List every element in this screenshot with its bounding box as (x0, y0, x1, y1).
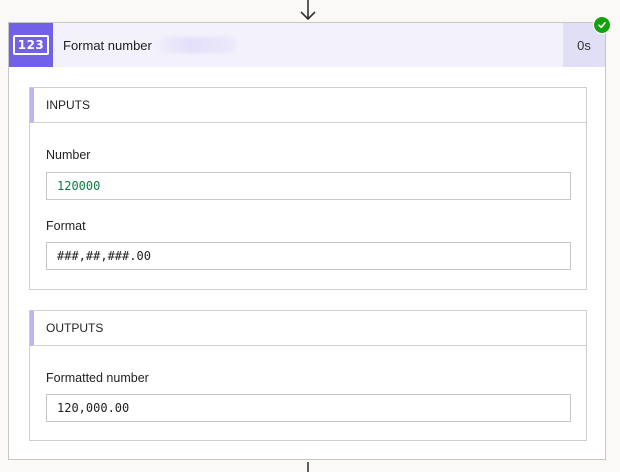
formatted-number-value: 120,000.00 (46, 394, 571, 422)
format-label: Format (46, 219, 86, 233)
formatted-number-label: Formatted number (46, 371, 149, 385)
number-format-icon: 123 (9, 23, 53, 67)
connector-line (307, 462, 309, 472)
number-icon-text: 123 (12, 35, 50, 55)
outputs-section: OUTPUTS Formatted number 120,000.00 (29, 310, 587, 441)
number-value: 120000 (46, 172, 571, 200)
action-title: Format number (63, 37, 152, 53)
format-value: ###,##,###.00 (46, 242, 571, 270)
outputs-heading[interactable]: OUTPUTS (30, 311, 586, 346)
format-number-action-card[interactable]: 123 Format number 0s INPUTS Number 12000… (8, 16, 611, 460)
inputs-heading[interactable]: INPUTS (30, 88, 586, 123)
action-title-wrap: Format number (63, 37, 236, 53)
redacted-title-suffix (157, 37, 236, 53)
inputs-section: INPUTS Number 120000 Format ###,##,###.0… (29, 87, 587, 290)
success-check-icon (593, 16, 611, 34)
action-header[interactable]: 123 Format number 0s (9, 16, 611, 67)
down-arrow-icon (300, 0, 316, 21)
number-label: Number (46, 148, 91, 162)
flow-canvas: 123 Format number 0s INPUTS Number 12000… (0, 0, 620, 472)
